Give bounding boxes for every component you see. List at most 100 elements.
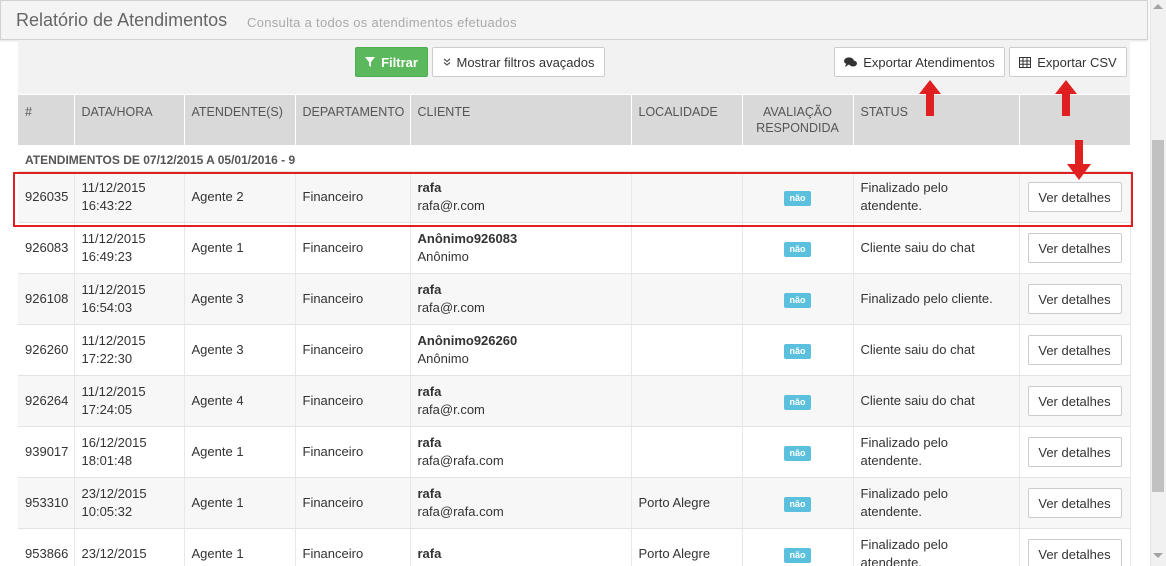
page-title: Relatório de Atendimentos — [16, 10, 228, 30]
cell-department: Financeiro — [295, 222, 411, 274]
column-header-datetime[interactable]: DATA/HORA — [74, 95, 185, 145]
rating-badge: não — [784, 293, 811, 308]
cell-date: 11/12/2015 — [81, 333, 146, 348]
cell-location — [631, 375, 743, 427]
cell-location — [631, 324, 743, 376]
table-header-row: # DATA/HORA ATENDENTE(S) DEPARTAMENTO CL… — [18, 95, 1131, 145]
cell-time: 10:05:32 — [81, 504, 133, 519]
filter-icon — [365, 57, 376, 67]
up-arrow-annotation-export-attendances — [919, 80, 941, 116]
column-header-rating[interactable]: AVALIAÇÃO RESPONDIDA — [742, 95, 854, 145]
view-details-button[interactable]: Ver detalhes — [1027, 284, 1122, 314]
cell-agent: Agente 2 — [184, 171, 296, 223]
chat-bubbles-icon — [844, 56, 858, 67]
cell-department: Financeiro — [295, 477, 411, 529]
up-arrow-annotation-export-csv — [1055, 80, 1077, 116]
cell-location — [631, 273, 743, 325]
cell-location: Porto Alegre — [631, 477, 743, 529]
rating-badge: não — [784, 344, 811, 359]
cell-time: 18:01:48 — [81, 453, 133, 468]
cell-location: Porto Alegre — [631, 528, 743, 566]
cell-id: 926264 — [18, 375, 75, 427]
cell-status: Finalizado pelo atendente. — [853, 528, 1020, 566]
client-email: rafa@rafa.com — [417, 504, 504, 519]
table-row: 926264 11/12/2015 17:24:05 Agente 4 Financei… — [18, 375, 1131, 427]
view-details-button[interactable]: Ver detalhes — [1027, 539, 1122, 566]
cell-actions: Ver detalhes — [1019, 375, 1131, 427]
rating-badge: não — [784, 242, 811, 257]
export-csv-button[interactable]: Exportar CSV — [1009, 47, 1127, 77]
scrollbar-thumb[interactable] — [1152, 140, 1164, 492]
cell-date: 11/12/2015 — [81, 384, 146, 399]
cell-client: Anônimo926260 Anônimo — [410, 324, 632, 376]
cell-datetime: 23/12/2015 10:05:32 — [74, 477, 185, 529]
more-filters-label: Mostrar filtros avaçados — [456, 54, 595, 70]
cell-status: Finalizado pelo atendente. — [853, 477, 1020, 529]
view-details-button[interactable]: Ver detalhes — [1027, 233, 1122, 263]
client-name: Anônimo926260 — [417, 333, 518, 348]
view-details-button[interactable]: Ver detalhes — [1027, 182, 1122, 212]
table-row: 926108 11/12/2015 16:54:03 Agente 3 Financei… — [18, 273, 1131, 325]
cell-rating: não — [742, 273, 854, 325]
cell-rating: não — [742, 324, 854, 376]
cell-agent: Agente 3 — [184, 273, 296, 325]
view-details-button[interactable]: Ver detalhes — [1027, 488, 1122, 518]
filter-button-label: Filtrar — [381, 54, 418, 70]
client-name: rafa — [417, 180, 442, 195]
column-header-id[interactable]: # — [18, 95, 75, 145]
column-header-rating-line2: RESPONDIDA — [756, 121, 839, 135]
scroll-up-arrow-icon[interactable] — [1153, 4, 1163, 9]
cell-time: 17:24:05 — [81, 402, 133, 417]
rating-badge: não — [784, 191, 811, 206]
view-details-button[interactable]: Ver detalhes — [1027, 335, 1122, 365]
rating-badge: não — [784, 497, 811, 512]
client-email: rafa@r.com — [417, 300, 485, 315]
cell-date: 23/12/2015 — [81, 486, 147, 501]
cell-rating: não — [742, 222, 854, 274]
scroll-down-arrow-icon[interactable] — [1153, 553, 1163, 558]
cell-location — [631, 222, 743, 274]
cell-time: 16:43:22 — [81, 198, 133, 213]
column-header-department[interactable]: DEPARTAMENTO — [295, 95, 411, 145]
cell-actions: Ver detalhes — [1019, 222, 1131, 274]
cell-rating: não — [742, 171, 854, 223]
column-header-rating-line1: AVALIAÇÃO — [762, 105, 832, 119]
table-row: 926035 11/12/2015 16:43:22 Agente 2 Financei… — [18, 171, 1131, 223]
cell-status: Cliente saiu do chat — [853, 324, 1020, 376]
client-name: rafa — [417, 546, 442, 562]
group-row: ATENDIMENTOS DE 07/12/2015 A 05/01/2016 … — [18, 145, 1130, 172]
column-header-agents[interactable]: ATENDENTE(S) — [184, 95, 296, 145]
view-details-button[interactable]: Ver detalhes — [1027, 437, 1122, 467]
cell-client: rafa — [410, 528, 632, 566]
table-row: 926260 11/12/2015 17:22:30 Agente 3 Financei… — [18, 324, 1131, 376]
table-row: 926083 11/12/2015 16:49:23 Agente 1 Financei… — [18, 222, 1131, 274]
more-filters-button[interactable]: Mostrar filtros avaçados — [432, 47, 605, 77]
column-header-client[interactable]: CLIENTE — [410, 95, 632, 145]
cell-time: 17:22:30 — [81, 351, 133, 366]
export-attendances-button[interactable]: Exportar Atendimentos — [834, 47, 1005, 77]
table-row: 939017 16/12/2015 18:01:48 Agente 1 Financei… — [18, 426, 1131, 478]
cell-status: Cliente saiu do chat — [853, 375, 1020, 427]
cell-department: Financeiro — [295, 324, 411, 376]
client-name: rafa — [417, 486, 442, 501]
filter-button[interactable]: Filtrar — [355, 47, 428, 77]
cell-date: 11/12/2015 — [81, 180, 146, 195]
cell-department: Financeiro — [295, 171, 411, 223]
rating-badge: não — [784, 548, 811, 564]
view-details-button[interactable]: Ver detalhes — [1027, 386, 1122, 416]
cell-actions: Ver detalhes — [1019, 426, 1131, 478]
cell-time: 16:49:23 — [81, 249, 133, 264]
cell-status: Finalizado pelo atendente. — [853, 426, 1020, 478]
cell-department: Financeiro — [295, 273, 411, 325]
toolbar: Filtrar Mostrar filtros avaçados Exporta… — [18, 40, 1130, 94]
cell-location — [631, 171, 743, 223]
cell-department: Financeiro — [295, 426, 411, 478]
cell-client: rafa rafa@r.com — [410, 171, 632, 223]
table-grid-icon — [1019, 56, 1032, 68]
column-header-location[interactable]: LOCALIDADE — [631, 95, 743, 145]
cell-time: 16:54:03 — [81, 300, 133, 315]
client-name: rafa — [417, 282, 442, 297]
cell-department: Financeiro — [295, 528, 411, 566]
cell-id: 926035 — [18, 171, 75, 223]
client-email: Anônimo — [417, 351, 469, 366]
